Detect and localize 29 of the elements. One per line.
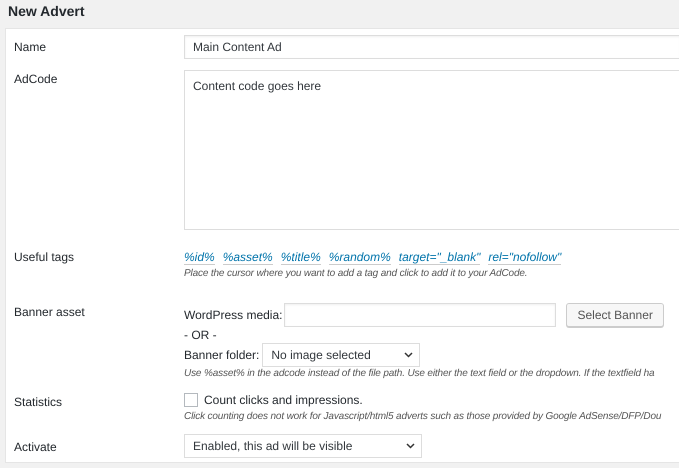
select-banner-button[interactable]: Select Banner <box>566 303 664 327</box>
adcode-textarea[interactable]: Content code goes here <box>184 70 679 230</box>
chevron-down-icon <box>404 352 414 358</box>
checkbox[interactable] <box>184 393 198 407</box>
activate-dropdown[interactable]: Enabled, this ad will be visible <box>184 434 422 458</box>
field-label: WordPress media: <box>184 308 282 322</box>
field-label: Statistics <box>13 394 64 411</box>
hint-text: Click counting does not work for Javascript/html5 adverts such as those provided by Google AdSense/DFP/Dou <box>184 411 662 422</box>
tag-link[interactable]: %title% <box>280 250 321 265</box>
tag-link[interactable]: rel="nofollow" <box>488 250 562 265</box>
field-label: Banner asset <box>13 304 86 321</box>
field-label: Name <box>13 39 48 56</box>
chevron-down-icon <box>406 443 415 449</box>
folder-dropdown[interactable]: No image selected <box>262 343 420 367</box>
tag-link[interactable]: %asset% <box>222 250 273 265</box>
separator-text: - OR - <box>184 328 218 342</box>
tag-link[interactable]: %random% <box>328 250 391 265</box>
field-label: AdCode <box>13 71 58 88</box>
name-input[interactable]: Main Content Ad <box>184 35 679 59</box>
field-label: Banner folder: <box>184 348 260 362</box>
tag-link[interactable]: target="_blank" <box>398 250 480 265</box>
field-label: Activate <box>13 439 58 456</box>
checkbox-label: Count clicks and impressions. <box>204 393 363 407</box>
tag-link[interactable]: %id% <box>184 250 215 265</box>
hint-text: Place the cursor where you want to add a tag and click to add it to your AdCode. <box>184 268 528 279</box>
media-input[interactable] <box>284 303 556 327</box>
field-label: Useful tags <box>13 250 76 266</box>
hint-text: Use %asset% in the adcode instead of the file path. Use either the text field or the dropdown. If the textfield ha <box>184 368 656 379</box>
page-title: New Advert <box>7 2 86 21</box>
